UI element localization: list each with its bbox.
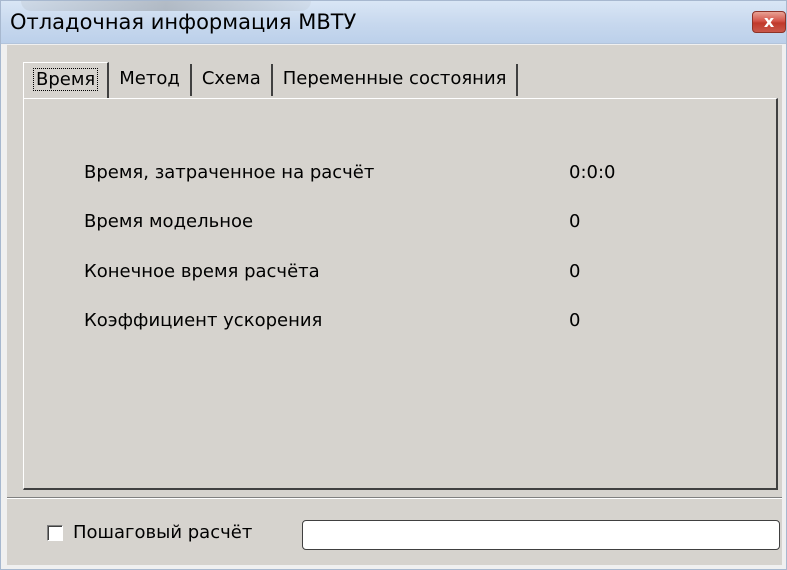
model-time-label: Время модельное [84, 211, 254, 232]
close-button[interactable]: x [752, 11, 786, 33]
progress-bar [302, 520, 780, 550]
time-tab-panel: Время, затраченное на расчёт 0:0:0 Время… [23, 98, 778, 490]
tab-time-label: Время [32, 68, 99, 91]
tab-state-variables[interactable]: Переменные состояния [273, 64, 519, 96]
end-time-label: Конечное время расчёта [84, 261, 320, 282]
calc-time-label: Время, затраченное на расчёт [84, 162, 375, 183]
calc-time-value: 0:0:0 [569, 162, 616, 183]
tab-scheme-label: Схема [201, 68, 261, 89]
acceleration-label: Коэффициент ускорения [84, 310, 323, 331]
acceleration-value: 0 [569, 310, 581, 331]
footer-divider [7, 497, 782, 499]
dialog-client-area: Время Метод Схема Переменные состояния В… [7, 45, 782, 565]
tab-scheme[interactable]: Схема [192, 64, 273, 96]
step-calculation-label[interactable]: Пошаговый расчёт [73, 522, 252, 544]
end-time-value: 0 [569, 261, 581, 282]
title-bar[interactable]: Отладочная информация МВТУ x [1, 1, 786, 44]
debug-info-window: Отладочная информация МВТУ x Время Метод… [0, 0, 787, 570]
step-calculation-checkbox[interactable] [47, 525, 63, 541]
close-icon: x [763, 12, 775, 31]
tab-method[interactable]: Метод [109, 64, 192, 96]
tab-time[interactable]: Время [23, 62, 110, 98]
tab-method-label: Метод [119, 68, 180, 89]
tab-strip: Время Метод Схема Переменные состояния [23, 62, 519, 98]
window-title: Отладочная информация МВТУ [10, 10, 357, 34]
tab-state-variables-label: Переменные состояния [282, 68, 507, 89]
model-time-value: 0 [569, 211, 581, 232]
